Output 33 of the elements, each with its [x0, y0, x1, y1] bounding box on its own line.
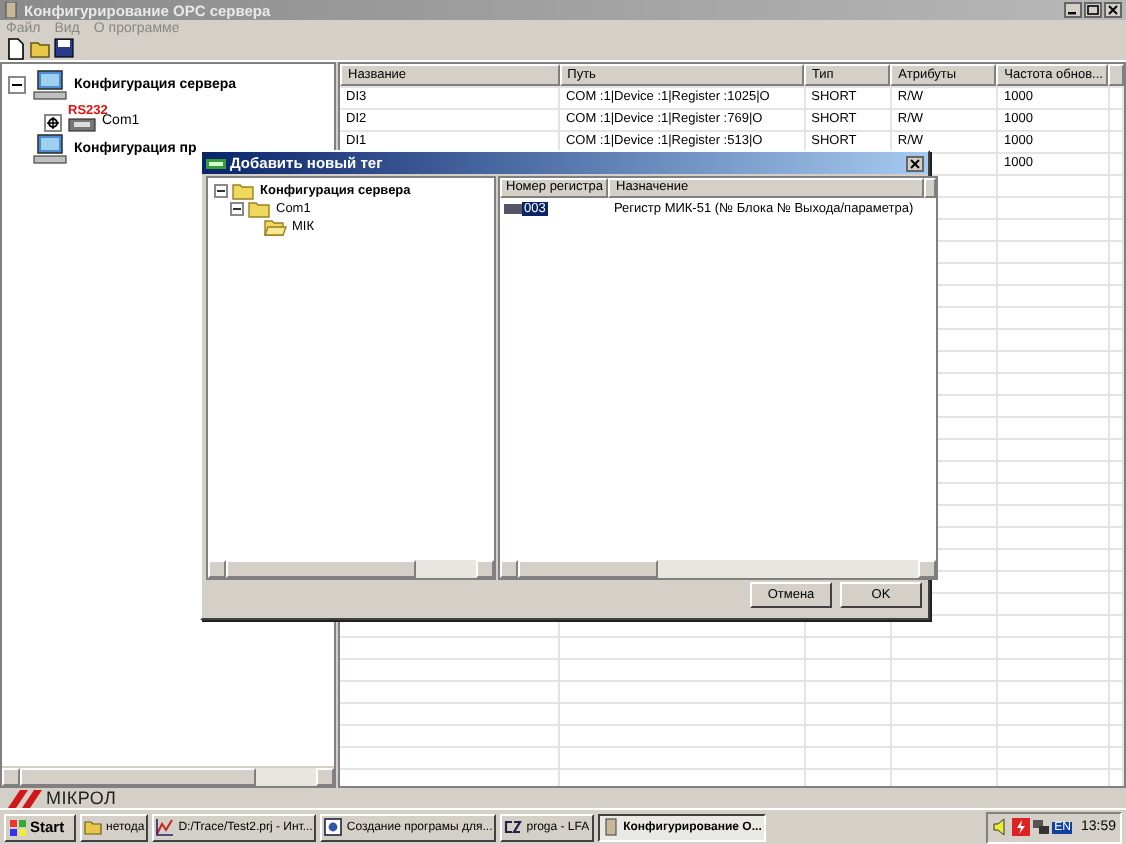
minimize-icon[interactable] — [1064, 2, 1082, 18]
computer-icon — [32, 134, 68, 164]
logo-mark-icon — [8, 789, 44, 807]
document-icon — [324, 818, 343, 836]
horizontal-scrollbar[interactable] — [500, 560, 936, 578]
cz-icon — [504, 818, 523, 836]
computer-icon — [32, 70, 68, 100]
lightning-icon[interactable] — [1012, 818, 1031, 836]
close-icon[interactable] — [1104, 2, 1122, 18]
app-icon — [4, 2, 18, 18]
logo-text: МІКРОЛ — [46, 789, 117, 807]
register-icon — [504, 203, 522, 213]
horizontal-scrollbar[interactable] — [2, 766, 334, 786]
speaker-icon[interactable] — [992, 818, 1011, 836]
app-icon — [206, 157, 226, 169]
windows-logo-icon — [10, 819, 26, 835]
connector-icon[interactable] — [44, 114, 62, 132]
collapse-icon[interactable] — [214, 184, 228, 198]
collapse-icon[interactable] — [230, 202, 244, 216]
folder-icon — [84, 818, 102, 836]
collapse-icon[interactable] — [8, 76, 26, 94]
serial-port-icon — [68, 118, 96, 132]
maximize-icon[interactable] — [1084, 2, 1102, 18]
new-file-icon[interactable] — [6, 38, 26, 60]
folder-icon — [232, 182, 256, 200]
save-icon[interactable] — [54, 38, 74, 60]
chart-icon — [156, 818, 175, 836]
network-icon[interactable] — [1032, 818, 1051, 836]
app-icon — [601, 818, 620, 836]
folder-icon — [248, 200, 272, 218]
horizontal-scrollbar[interactable] — [208, 560, 494, 578]
folder-icon — [264, 218, 288, 236]
close-icon[interactable] — [906, 155, 924, 171]
